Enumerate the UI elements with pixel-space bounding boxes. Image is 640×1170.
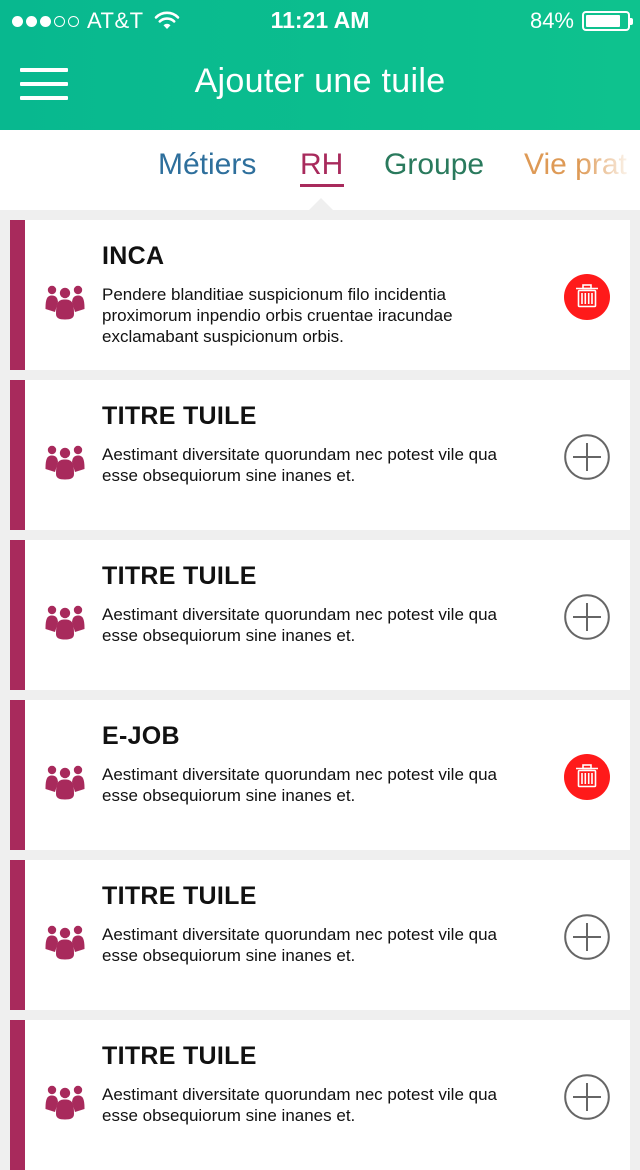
add-tile-button[interactable]	[564, 434, 610, 480]
tab-groupe[interactable]: Groupe	[384, 148, 484, 182]
tile-description: Aestimant diversitate quorundam nec pote…	[102, 765, 498, 805]
people-group-icon	[44, 600, 86, 640]
tile-card: INCA Pendere blanditiae suspicionum filo …	[10, 220, 630, 370]
tile-description: Pendere blanditiae suspicionum filo inci…	[102, 285, 453, 346]
tile-accent-stripe	[10, 380, 25, 530]
tile-description: Aestimant diversitate quorundam nec pote…	[102, 445, 498, 485]
tile-accent-stripe	[10, 700, 25, 850]
battery-percent: 84%	[529, 8, 574, 33]
tile-title: TITRE TUILE	[102, 1042, 257, 1070]
people-group-icon	[44, 440, 86, 480]
tile-accent-stripe	[10, 220, 25, 370]
tile-card: TITRE TUILE Aestimant diversitate quorund…	[10, 1020, 630, 1170]
tile-accent-stripe	[10, 860, 25, 1010]
tile-accent-stripe	[10, 1020, 25, 1170]
page-title: Ajouter une tuile	[194, 62, 446, 100]
tile-card: TITRE TUILE Aestimant diversitate quorund…	[10, 380, 630, 530]
trash-icon	[564, 754, 610, 800]
status-bar: AT&T 11:21 AM 84%	[0, 0, 640, 40]
people-group-icon	[44, 920, 86, 960]
trash-icon	[564, 274, 610, 320]
people-group-icon	[44, 760, 86, 800]
tab-rh[interactable]: RH	[300, 148, 343, 182]
active-tab-indicator	[300, 184, 344, 187]
tile-card: TITRE TUILE Aestimant diversitate quorund…	[10, 860, 630, 1010]
active-tab-pointer	[309, 198, 333, 210]
app-header: AT&T 11:21 AM 84% Ajouter une tuile	[0, 0, 640, 130]
delete-tile-button[interactable]	[564, 274, 610, 320]
add-tile-button[interactable]	[564, 914, 610, 960]
plus-circle-icon	[564, 434, 610, 480]
tabs-fade-overlay	[580, 130, 640, 210]
tile-title: TITRE TUILE	[102, 402, 257, 430]
tile-title: TITRE TUILE	[102, 562, 257, 590]
tile-title: E-JOB	[102, 722, 180, 750]
tile-description: Aestimant diversitate quorundam nec pote…	[102, 925, 498, 965]
tile-title: INCA	[102, 242, 165, 270]
plus-circle-icon	[564, 914, 610, 960]
battery-fill	[586, 15, 620, 27]
plus-circle-icon	[564, 1074, 610, 1120]
battery-icon	[582, 11, 633, 31]
tile-description: Aestimant diversitate quorundam nec pote…	[102, 1085, 498, 1125]
tile-title: TITRE TUILE	[102, 882, 257, 910]
tile-description: Aestimant diversitate quorundam nec pote…	[102, 605, 498, 645]
people-group-icon	[44, 280, 86, 320]
tile-card: E-JOB Aestimant diversitate quorundam nec…	[10, 700, 630, 850]
add-tile-button[interactable]	[564, 594, 610, 640]
tab-metiers[interactable]: Métiers	[158, 148, 256, 182]
tile-card: TITRE TUILE Aestimant diversitate quorund…	[10, 540, 630, 690]
status-right: 84%	[529, 8, 633, 34]
people-group-icon	[44, 1080, 86, 1120]
tile-accent-stripe	[10, 540, 25, 690]
plus-circle-icon	[564, 594, 610, 640]
add-tile-button[interactable]	[564, 1074, 610, 1120]
delete-tile-button[interactable]	[564, 754, 610, 800]
